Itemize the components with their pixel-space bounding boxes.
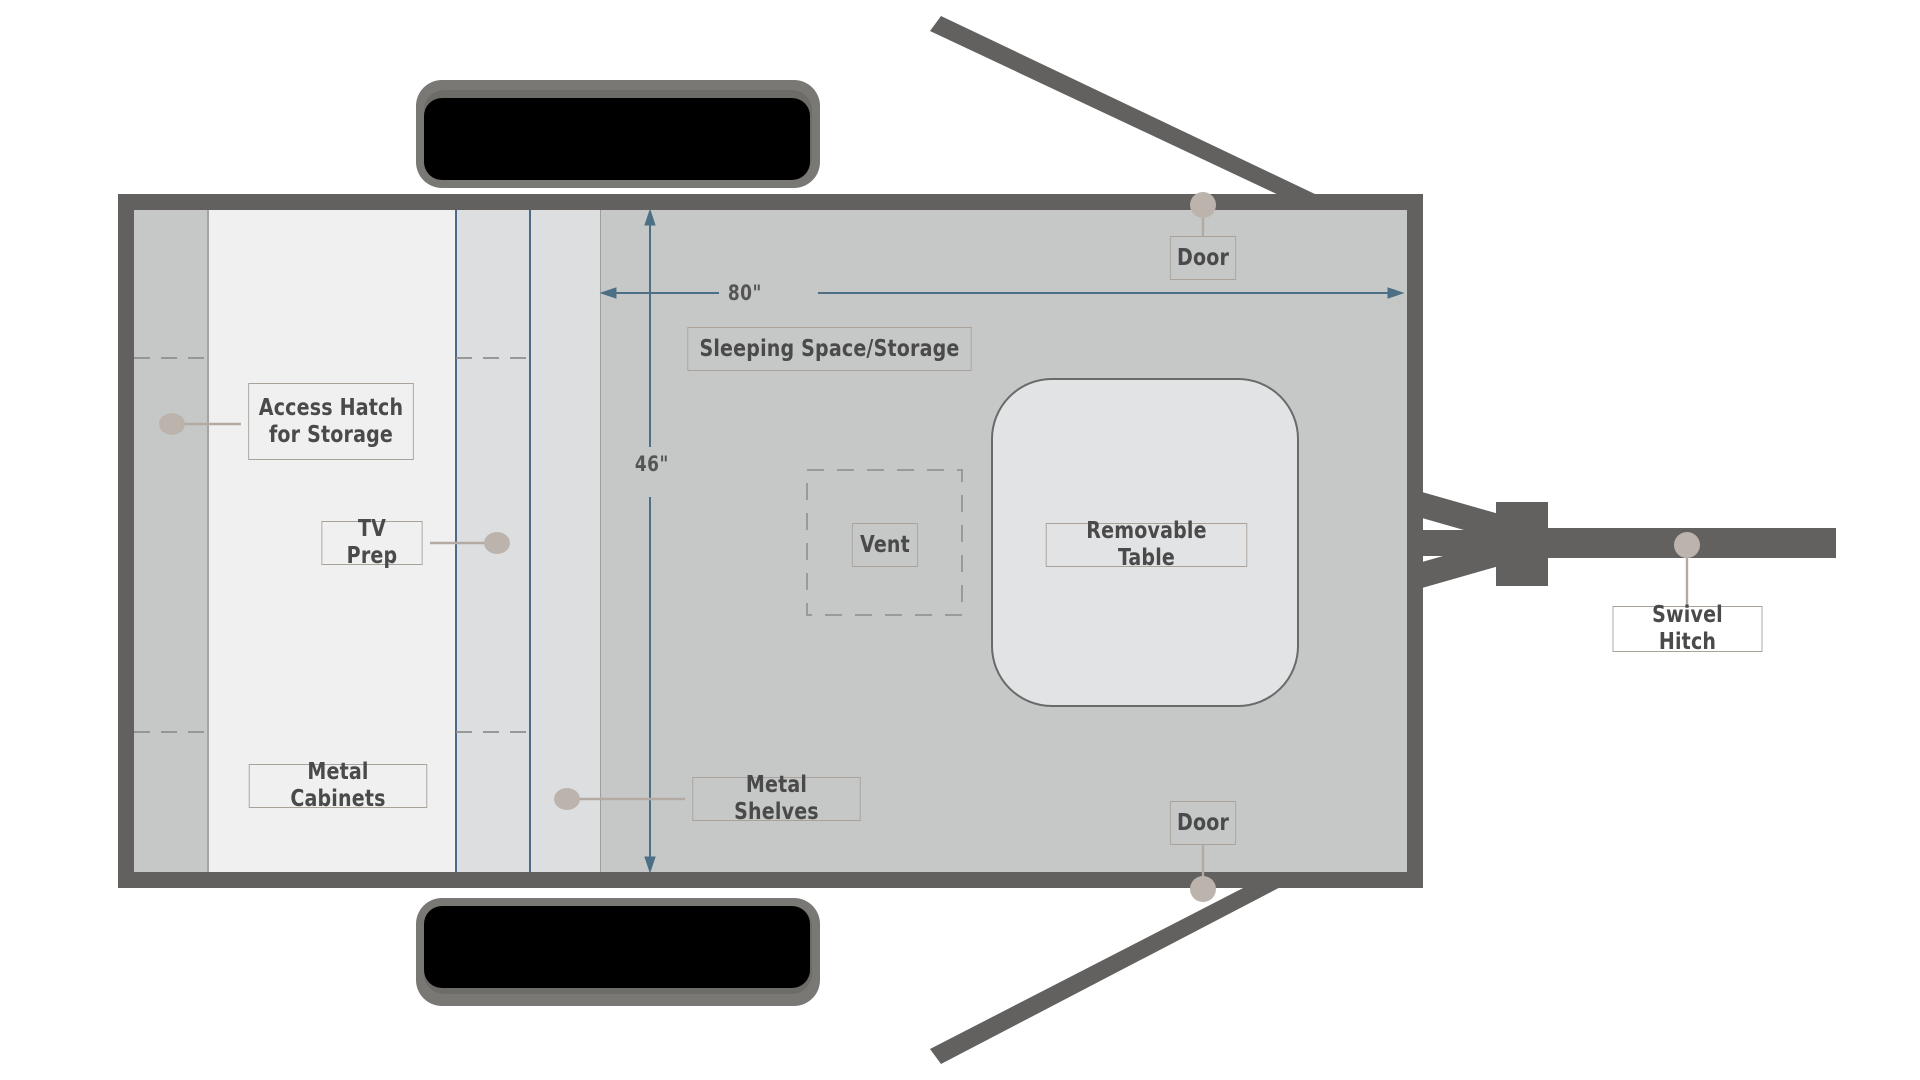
callout-tv-prep[interactable]: TV Prep: [321, 516, 423, 569]
metal-shelves-zone: [531, 210, 601, 872]
callout-door-bottom[interactable]: Door: [1169, 801, 1237, 845]
door-swing-top: [930, 16, 1317, 213]
callout-door-top[interactable]: Door: [1169, 236, 1237, 280]
callout-metal-shelves[interactable]: Metal Shelves: [692, 772, 861, 825]
dimension-label-width: 80": [727, 281, 762, 305]
access-hatch-zone: [134, 210, 208, 872]
floor-plan-drawing: [118, 16, 1836, 1064]
callout-access-hatch[interactable]: Access Hatch for Storage: [248, 383, 414, 460]
callout-sleeping-space[interactable]: Sleeping Space/Storage: [687, 327, 972, 371]
callout-removable-table[interactable]: Removable Table: [1045, 518, 1248, 571]
callout-swivel-hitch[interactable]: Swivel Hitch: [1612, 602, 1763, 655]
trailer-floor-plan-diagram: Access Hatch for Storage TV Prep Metal C…: [0, 0, 1920, 1080]
dimension-label-height: 46": [634, 452, 669, 476]
fender-bottom: [416, 898, 820, 1006]
fender-top: [416, 80, 820, 188]
callout-vent[interactable]: Vent: [851, 523, 919, 567]
trailer-tongue: [1422, 492, 1836, 588]
callout-metal-cabinets[interactable]: Metal Cabinets: [248, 759, 428, 812]
